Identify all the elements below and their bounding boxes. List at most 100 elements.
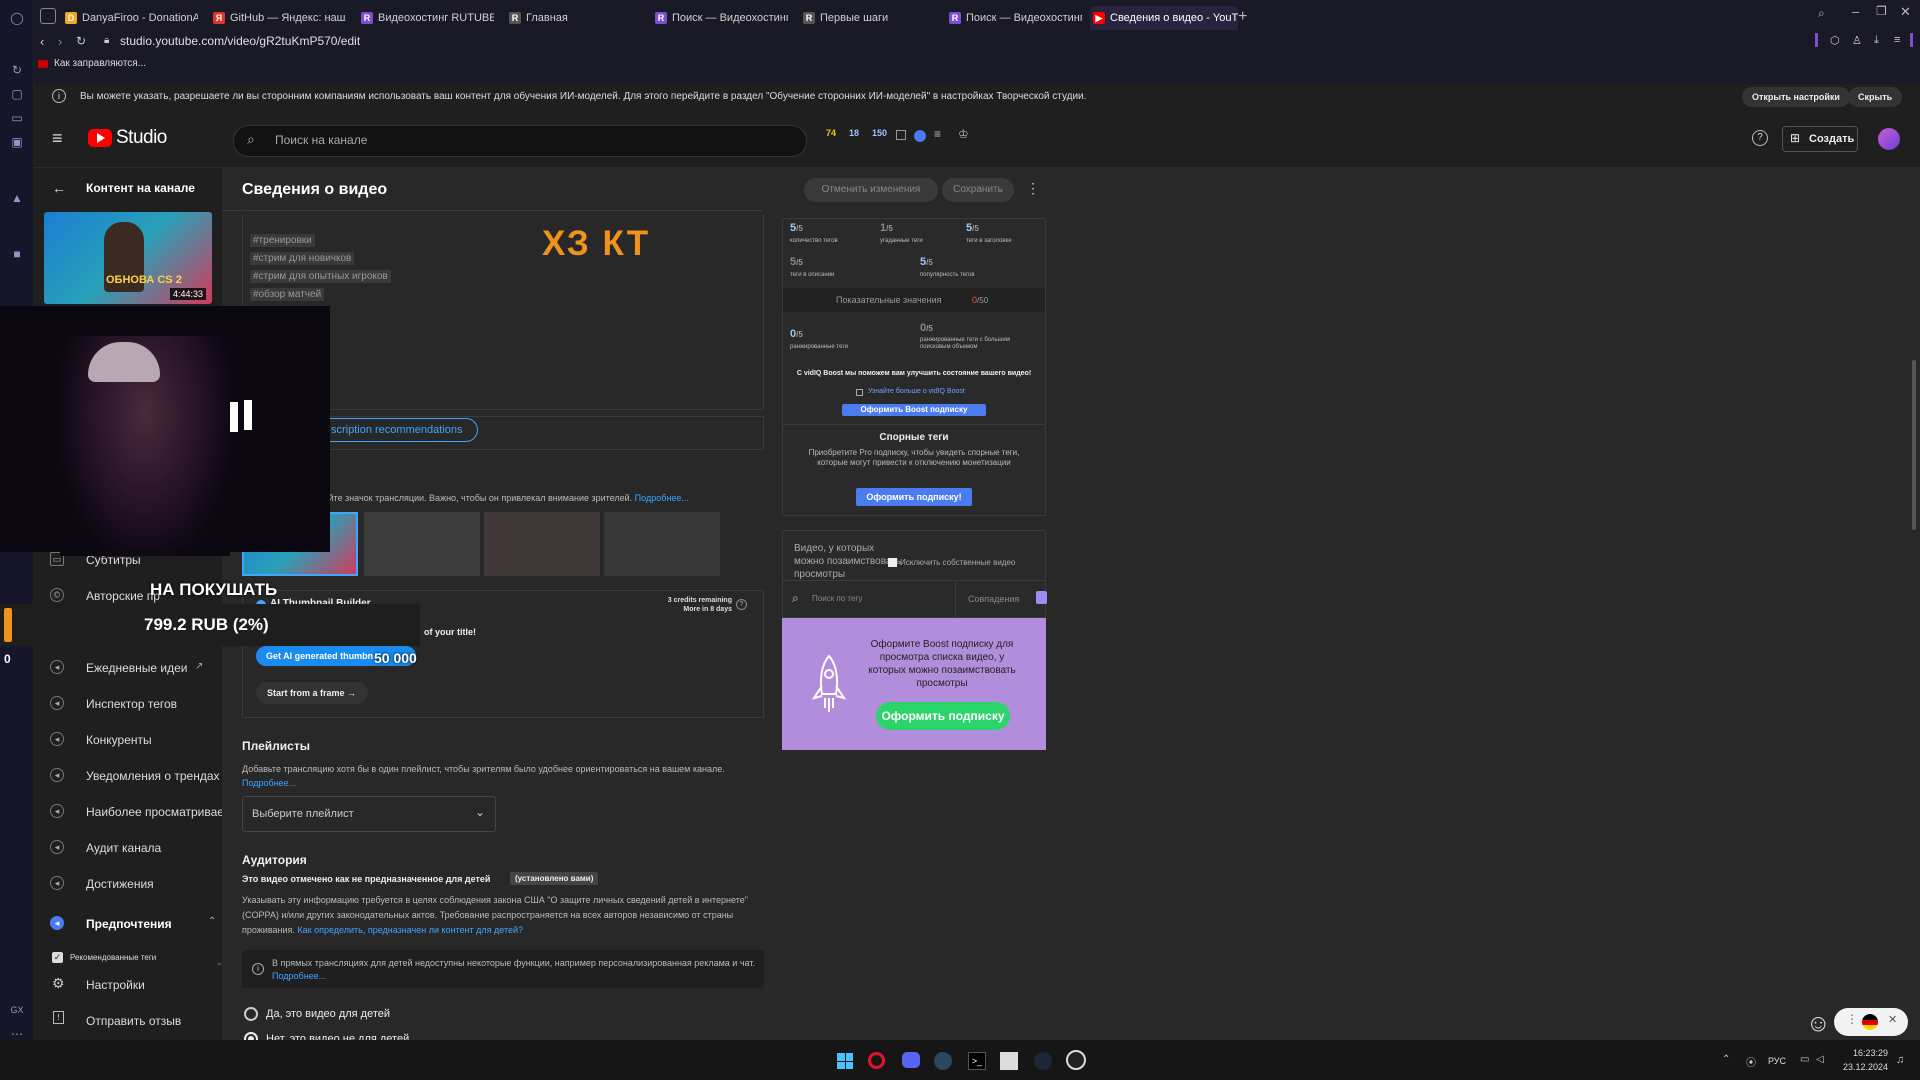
back-icon[interactable]: ‹ bbox=[40, 34, 44, 49]
sidebar-item-trend-alerts[interactable]: Уведомления о трендах bbox=[86, 769, 220, 783]
sidebar-chat-icon[interactable]: ▣ bbox=[9, 134, 25, 150]
tab-search-icon[interactable]: ⌕ bbox=[1818, 6, 1825, 21]
create-button[interactable]: ⊞ Создать bbox=[1782, 126, 1858, 152]
thumbnail-option[interactable] bbox=[484, 512, 600, 576]
sidebar-arrow-icon[interactable]: ▲ bbox=[9, 190, 25, 206]
subscribe-button[interactable]: Оформить подписку! bbox=[856, 488, 972, 506]
tab-first-steps[interactable]: R Первые шаги bbox=[800, 6, 936, 30]
terminal-icon[interactable]: >_ bbox=[968, 1052, 986, 1070]
boost-subscribe-button[interactable]: Оформить Boost подписку bbox=[842, 404, 986, 416]
tab-home[interactable]: R Главная bbox=[506, 6, 642, 30]
bookmark-item[interactable]: Как заправляются... bbox=[54, 58, 146, 69]
back-to-content[interactable]: Контент на канале bbox=[86, 181, 195, 195]
close-icon[interactable]: ✕ bbox=[1900, 4, 1911, 20]
help-icon[interactable]: ? bbox=[1752, 130, 1768, 146]
sidebar-item-tag-inspector[interactable]: Инспектор тегов bbox=[86, 697, 177, 711]
tab-rutube[interactable]: RВидеохостинг RUTUBE. С bbox=[358, 6, 494, 30]
radio-yes-label[interactable]: Да, это видео для детей bbox=[266, 1008, 390, 1020]
help-icon[interactable]: ? bbox=[736, 599, 747, 610]
url-field[interactable]: studio.youtube.com/video/gR2tuKmP570/edi… bbox=[120, 34, 360, 48]
tray-chevron-icon[interactable]: ⌃ bbox=[1722, 1054, 1730, 1065]
audience-help-link[interactable]: Как определить, предназначен ли контент … bbox=[297, 925, 523, 935]
info-more-link[interactable]: Подробнее... bbox=[272, 971, 326, 981]
stat-box-icon[interactable] bbox=[896, 130, 906, 140]
sidebar-gx-icon[interactable]: GX bbox=[9, 1002, 25, 1018]
boost-learn-link[interactable]: Узнайте больше о vidIQ Boost bbox=[868, 388, 965, 395]
extension-bar-icon-2[interactable] bbox=[1910, 33, 1913, 47]
hide-banner-button[interactable]: Скрыть bbox=[1848, 87, 1903, 107]
trophy-icon[interactable]: ♔ bbox=[958, 127, 969, 141]
exclude-own-label[interactable]: Исключить собственные видео bbox=[900, 558, 1015, 567]
playlists-more-link[interactable]: Подробнее... bbox=[242, 778, 296, 788]
back-arrow-icon[interactable]: ← bbox=[52, 180, 66, 196]
chevron-up-icon[interactable]: ⌃ bbox=[208, 916, 216, 927]
sidebar-item-copyright[interactable]: Авторские пр bbox=[86, 589, 160, 603]
sidebar-item-channel-audit[interactable]: Аудит канала bbox=[86, 841, 161, 855]
sidebar-item-daily-ideas[interactable]: Ежедневные идеи bbox=[86, 661, 187, 675]
language-indicator[interactable]: РУС bbox=[1768, 1056, 1786, 1066]
sidebar-item-settings[interactable]: Настройки bbox=[86, 978, 145, 992]
extensions-icon[interactable]: ⬡ bbox=[1830, 34, 1840, 47]
sidebar-item-preferences[interactable]: Предпочтения bbox=[86, 917, 172, 931]
sidebar-bag-icon[interactable]: ▢ bbox=[9, 86, 25, 102]
studio-logo-text[interactable]: Studio bbox=[116, 127, 167, 149]
sidebar-player-icon[interactable]: ■ bbox=[9, 246, 25, 262]
tab-youtube-studio[interactable]: ▶ Сведения о видео - YouT bbox=[1090, 6, 1238, 30]
opera-logo-icon[interactable]: ◯ bbox=[9, 10, 25, 26]
extension-bar-icon[interactable] bbox=[1815, 33, 1818, 47]
sidebar-refresh-icon[interactable]: ↻ bbox=[9, 62, 25, 78]
download-icon[interactable]: ⤓ bbox=[1874, 34, 1879, 47]
tab-github-yandex[interactable]: Я GitHub — Яндекс: нашло bbox=[210, 6, 346, 30]
playlist-select[interactable]: Выберите плейлист ⌄ bbox=[242, 796, 496, 832]
menu-icon[interactable]: ≡ bbox=[1894, 34, 1900, 46]
hamburger-icon[interactable]: ≡ bbox=[52, 128, 63, 149]
network-icon[interactable]: ▭ bbox=[1800, 1054, 1809, 1065]
discord-icon[interactable] bbox=[902, 1052, 920, 1068]
sidebar-item-achievements[interactable]: Достижения bbox=[86, 877, 154, 891]
start-from-frame-button[interactable]: Start from a frame → bbox=[256, 682, 368, 704]
forward-icon[interactable]: › bbox=[58, 34, 62, 49]
sidebar-item-most-viewed[interactable]: Наиболее просматривае bbox=[86, 805, 224, 819]
microphone-icon[interactable]: ⦿ bbox=[1746, 1054, 1756, 1069]
external-link-icon[interactable]: ↗ bbox=[195, 661, 203, 672]
maximize-icon[interactable]: ❐ bbox=[1876, 4, 1887, 18]
radio-made-for-kids[interactable] bbox=[244, 1007, 258, 1021]
thumbnail-option[interactable] bbox=[364, 512, 480, 576]
tag-search-input[interactable]: Поиск по тегу bbox=[812, 594, 862, 603]
checkbox-icon[interactable]: ✓ bbox=[52, 952, 63, 963]
tab-overview-icon[interactable] bbox=[40, 8, 56, 24]
clock-date[interactable]: 23.12.2024 bbox=[1838, 1062, 1888, 1072]
sidebar-messenger-icon[interactable]: ▭ bbox=[9, 110, 25, 126]
sidebar-item-competitors[interactable]: Конкуренты bbox=[86, 733, 152, 747]
volume-icon[interactable]: ◁ bbox=[1816, 1054, 1824, 1065]
undo-changes-button[interactable]: Отменить изменения bbox=[804, 178, 938, 202]
more-vert-icon[interactable]: ⋮ bbox=[1846, 1012, 1858, 1026]
notepad-icon[interactable] bbox=[1000, 1052, 1018, 1070]
obs-icon[interactable] bbox=[1066, 1050, 1086, 1070]
notification-bell-icon[interactable]: ♫ bbox=[1896, 1054, 1904, 1066]
tab-search-rutube-2[interactable]: R Поиск — Видеохостинг R bbox=[946, 6, 1082, 30]
windows-start-icon[interactable] bbox=[837, 1053, 853, 1069]
thumbnail-option[interactable] bbox=[604, 512, 720, 576]
tab-search-rutube[interactable]: R Поиск — Видеохостинг R bbox=[652, 6, 788, 30]
close-icon[interactable]: ✕ bbox=[1888, 1013, 1897, 1026]
steam-icon[interactable] bbox=[934, 1052, 952, 1070]
sidebar-item-feedback[interactable]: Отправить отзыв bbox=[86, 1014, 181, 1028]
open-settings-button[interactable]: Открыть настройки bbox=[1742, 87, 1850, 107]
promo-subscribe-button[interactable]: Оформить подписку bbox=[876, 702, 1010, 730]
translate-widget[interactable]: ⋮ ✕ bbox=[1834, 1008, 1908, 1036]
opera-taskbar-icon[interactable] bbox=[868, 1052, 885, 1069]
more-vert-icon[interactable]: ⋮ bbox=[1026, 180, 1040, 197]
youtube-logo-icon[interactable] bbox=[88, 129, 112, 147]
minimize-icon[interactable]: – bbox=[1852, 4, 1859, 19]
clock-time[interactable]: 16:23:29 bbox=[1838, 1048, 1888, 1058]
steam-icon[interactable] bbox=[1034, 1052, 1052, 1070]
save-button[interactable]: Сохранить bbox=[942, 178, 1014, 202]
exclude-own-checkbox[interactable] bbox=[888, 558, 897, 567]
page-scrollbar[interactable] bbox=[1912, 360, 1916, 530]
reload-icon[interactable]: ↻ bbox=[76, 34, 86, 48]
video-thumbnail[interactable]: ОБНОВА CS 2 4:44:33 bbox=[44, 212, 212, 304]
new-tab-icon[interactable]: + bbox=[1238, 8, 1247, 26]
thumbnail-more-link[interactable]: Подробнее... bbox=[635, 493, 689, 503]
list-icon[interactable]: ≡ bbox=[934, 127, 941, 141]
